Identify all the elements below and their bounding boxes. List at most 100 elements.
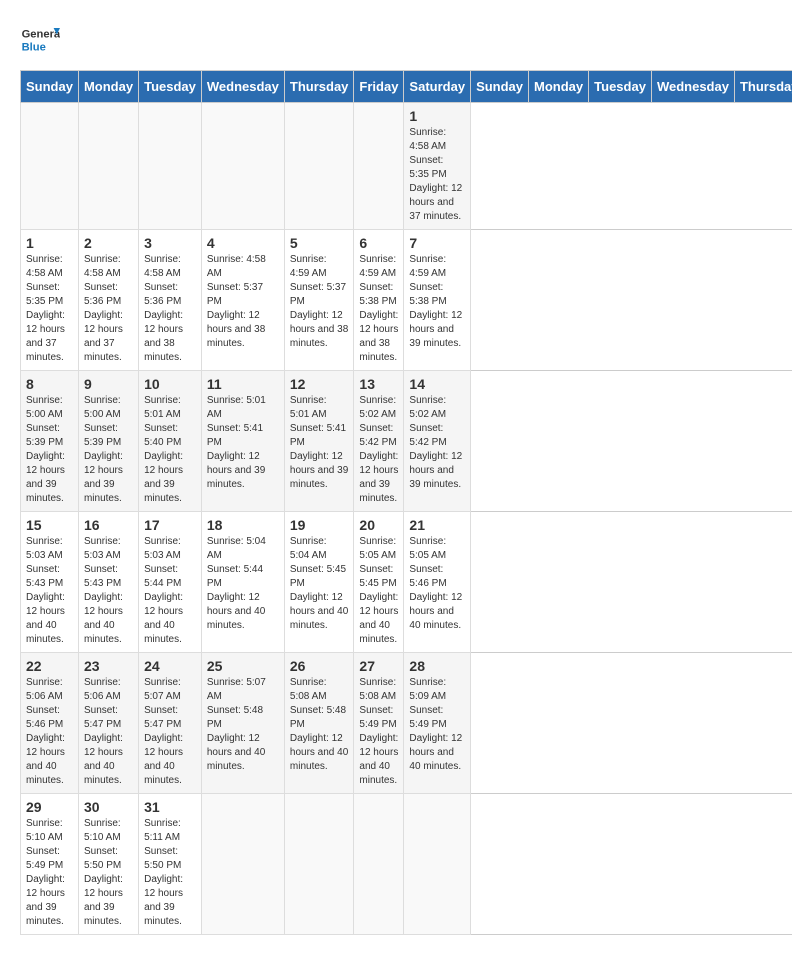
day-number: 15: [26, 517, 73, 533]
day-info: Sunrise: 5:00 AMSunset: 5:39 PMDaylight:…: [26, 394, 73, 506]
day-number: 26: [290, 658, 349, 674]
day-number: 14: [409, 376, 465, 392]
day-info: Sunrise: 5:02 AMSunset: 5:42 PMDaylight:…: [359, 394, 398, 506]
day-cell-17: 17 Sunrise: 5:03 AMSunset: 5:44 PMDaylig…: [139, 512, 202, 653]
day-number: 1: [409, 108, 465, 124]
empty-cell: [139, 103, 202, 230]
day-info: Sunrise: 4:58 AMSunset: 5:36 PMDaylight:…: [84, 253, 133, 365]
empty-cell: [21, 103, 79, 230]
day-cell-13: 13 Sunrise: 5:02 AMSunset: 5:42 PMDaylig…: [354, 371, 404, 512]
day-info: Sunrise: 5:01 AMSunset: 5:40 PMDaylight:…: [144, 394, 196, 506]
day-cell-30: 30 Sunrise: 5:10 AMSunset: 5:50 PMDaylig…: [78, 794, 138, 935]
day-cell-8: 8 Sunrise: 5:00 AMSunset: 5:39 PMDayligh…: [21, 371, 79, 512]
week-row-4: 22 Sunrise: 5:06 AMSunset: 5:46 PMDaylig…: [21, 653, 792, 794]
day-number: 23: [84, 658, 133, 674]
svg-text:Blue: Blue: [22, 41, 46, 53]
empty-cell: [354, 794, 404, 935]
week-row-0: 1 Sunrise: 4:58 AMSunset: 5:35 PMDayligh…: [21, 103, 792, 230]
empty-cell: [201, 794, 284, 935]
day-cell-11: 11 Sunrise: 5:01 AMSunset: 5:41 PMDaylig…: [201, 371, 284, 512]
day-number: 20: [359, 517, 398, 533]
day-number: 17: [144, 517, 196, 533]
day-number: 6: [359, 235, 398, 251]
header-cell-wednesday: Wednesday: [651, 71, 734, 103]
day-number: 30: [84, 799, 133, 815]
day-number: 9: [84, 376, 133, 392]
day-info: Sunrise: 5:05 AMSunset: 5:46 PMDaylight:…: [409, 535, 465, 633]
day-info: Sunrise: 4:59 AMSunset: 5:37 PMDaylight:…: [290, 253, 349, 351]
logo: General Blue: [20, 20, 65, 60]
empty-cell: [201, 103, 284, 230]
header-row: SundayMondayTuesdayWednesdayThursdayFrid…: [21, 71, 792, 103]
header-cell-friday: Friday: [354, 71, 404, 103]
empty-cell: [354, 103, 404, 230]
day-info: Sunrise: 5:01 AMSunset: 5:41 PMDaylight:…: [290, 394, 349, 492]
day-cell-7: 7 Sunrise: 4:59 AMSunset: 5:38 PMDayligh…: [404, 230, 471, 371]
day-number: 3: [144, 235, 196, 251]
header-cell-saturday: Saturday: [404, 71, 471, 103]
day-info: Sunrise: 5:05 AMSunset: 5:45 PMDaylight:…: [359, 535, 398, 647]
day-cell-27: 27 Sunrise: 5:08 AMSunset: 5:49 PMDaylig…: [354, 653, 404, 794]
header-cell-thursday: Thursday: [734, 71, 792, 103]
day-number: 18: [207, 517, 279, 533]
header-cell-sunday: Sunday: [471, 71, 529, 103]
day-cell-4: 4 Sunrise: 4:58 AMSunset: 5:37 PMDayligh…: [201, 230, 284, 371]
header-cell-monday: Monday: [529, 71, 589, 103]
day-info: Sunrise: 5:04 AMSunset: 5:44 PMDaylight:…: [207, 535, 279, 633]
day-info: Sunrise: 5:06 AMSunset: 5:47 PMDaylight:…: [84, 676, 133, 788]
empty-cell: [284, 103, 354, 230]
day-cell-9: 9 Sunrise: 5:00 AMSunset: 5:39 PMDayligh…: [78, 371, 138, 512]
day-cell-24: 24 Sunrise: 5:07 AMSunset: 5:47 PMDaylig…: [139, 653, 202, 794]
day-info: Sunrise: 5:09 AMSunset: 5:49 PMDaylight:…: [409, 676, 465, 774]
day-number: 5: [290, 235, 349, 251]
day-number: 13: [359, 376, 398, 392]
empty-cell: [78, 103, 138, 230]
day-number: 2: [84, 235, 133, 251]
day-number: 28: [409, 658, 465, 674]
day-cell-5: 5 Sunrise: 4:59 AMSunset: 5:37 PMDayligh…: [284, 230, 354, 371]
day-info: Sunrise: 4:59 AMSunset: 5:38 PMDaylight:…: [359, 253, 398, 365]
day-cell-1: 1 Sunrise: 4:58 AMSunset: 5:35 PMDayligh…: [21, 230, 79, 371]
day-info: Sunrise: 4:58 AMSunset: 5:35 PMDaylight:…: [26, 253, 73, 365]
day-number: 31: [144, 799, 196, 815]
day-number: 22: [26, 658, 73, 674]
week-row-3: 15 Sunrise: 5:03 AMSunset: 5:43 PMDaylig…: [21, 512, 792, 653]
day-number: 24: [144, 658, 196, 674]
header-cell-tuesday: Tuesday: [139, 71, 202, 103]
day-cell-28: 28 Sunrise: 5:09 AMSunset: 5:49 PMDaylig…: [404, 653, 471, 794]
day-number: 12: [290, 376, 349, 392]
page-header: General Blue: [20, 20, 772, 60]
day-info: Sunrise: 5:03 AMSunset: 5:43 PMDaylight:…: [26, 535, 73, 647]
day-cell-25: 25 Sunrise: 5:07 AMSunset: 5:48 PMDaylig…: [201, 653, 284, 794]
day-number: 19: [290, 517, 349, 533]
day-info: Sunrise: 5:11 AMSunset: 5:50 PMDaylight:…: [144, 817, 196, 929]
day-number: 7: [409, 235, 465, 251]
day-cell-29: 29 Sunrise: 5:10 AMSunset: 5:49 PMDaylig…: [21, 794, 79, 935]
day-number: 27: [359, 658, 398, 674]
day-info: Sunrise: 5:10 AMSunset: 5:50 PMDaylight:…: [84, 817, 133, 929]
day-number: 1: [26, 235, 73, 251]
day-info: Sunrise: 5:01 AMSunset: 5:41 PMDaylight:…: [207, 394, 279, 492]
day-cell-26: 26 Sunrise: 5:08 AMSunset: 5:48 PMDaylig…: [284, 653, 354, 794]
svg-text:General: General: [22, 29, 60, 41]
logo-icon: General Blue: [20, 20, 60, 60]
day-info: Sunrise: 5:03 AMSunset: 5:43 PMDaylight:…: [84, 535, 133, 647]
day-cell-15: 15 Sunrise: 5:03 AMSunset: 5:43 PMDaylig…: [21, 512, 79, 653]
header-cell-wednesday: Wednesday: [201, 71, 284, 103]
day-number: 4: [207, 235, 279, 251]
day-info: Sunrise: 5:07 AMSunset: 5:47 PMDaylight:…: [144, 676, 196, 788]
day-cell-1: 1 Sunrise: 4:58 AMSunset: 5:35 PMDayligh…: [404, 103, 471, 230]
day-info: Sunrise: 5:07 AMSunset: 5:48 PMDaylight:…: [207, 676, 279, 774]
day-info: Sunrise: 5:08 AMSunset: 5:48 PMDaylight:…: [290, 676, 349, 774]
calendar-table: SundayMondayTuesdayWednesdayThursdayFrid…: [20, 70, 792, 935]
day-info: Sunrise: 4:58 AMSunset: 5:37 PMDaylight:…: [207, 253, 279, 351]
day-cell-20: 20 Sunrise: 5:05 AMSunset: 5:45 PMDaylig…: [354, 512, 404, 653]
day-info: Sunrise: 4:59 AMSunset: 5:38 PMDaylight:…: [409, 253, 465, 351]
day-info: Sunrise: 5:00 AMSunset: 5:39 PMDaylight:…: [84, 394, 133, 506]
day-info: Sunrise: 4:58 AMSunset: 5:36 PMDaylight:…: [144, 253, 196, 365]
week-row-1: 1 Sunrise: 4:58 AMSunset: 5:35 PMDayligh…: [21, 230, 792, 371]
day-number: 25: [207, 658, 279, 674]
day-number: 8: [26, 376, 73, 392]
day-info: Sunrise: 5:08 AMSunset: 5:49 PMDaylight:…: [359, 676, 398, 788]
day-info: Sunrise: 4:58 AMSunset: 5:35 PMDaylight:…: [409, 126, 465, 224]
